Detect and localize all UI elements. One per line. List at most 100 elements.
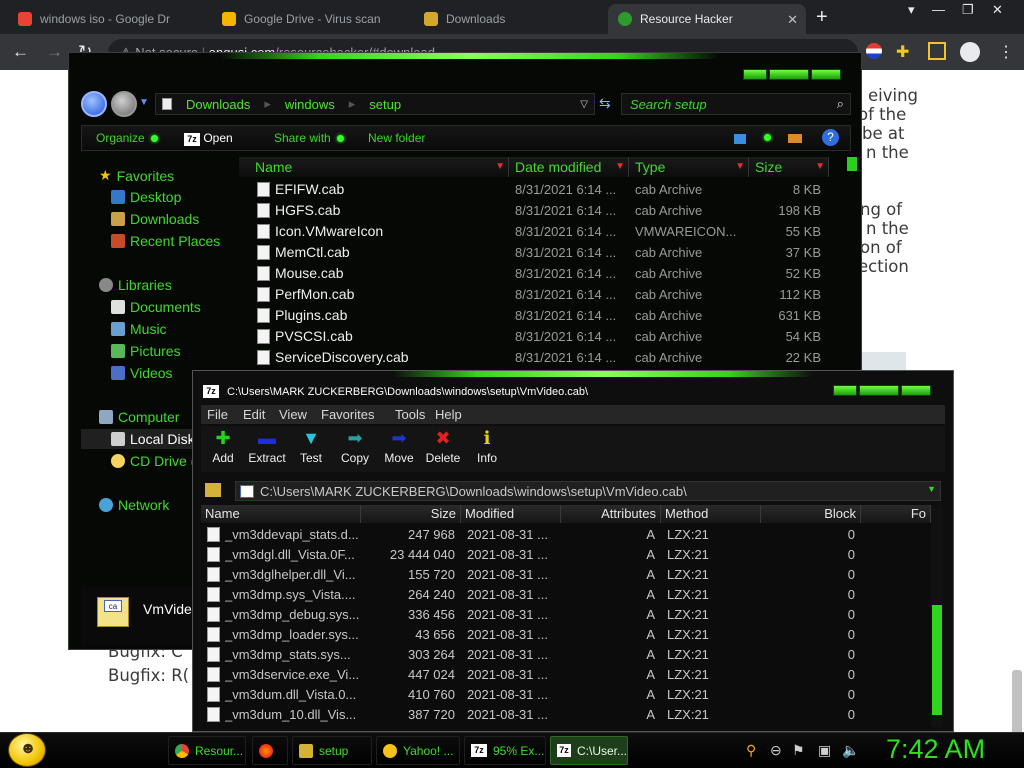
new-folder-button[interactable]: New folder [368,131,425,145]
explorer-close-button[interactable] [811,69,841,80]
search-icon[interactable]: ⚲ [746,742,756,759]
taskbar-clock[interactable]: 7:42 AM [886,734,985,765]
sidebar-item-documents[interactable]: Documents [111,299,201,315]
file-row[interactable]: EFIFW.cab 8/31/2021 6:14 ... cab Archive 8 … [239,179,839,200]
archive-row[interactable]: _vm3dmp.sys_Vista.... 264 240 2021-08-31 .… [201,585,931,605]
column-header-name[interactable]: Name [201,505,361,523]
sidebar-item-computer[interactable]: Computer [99,409,179,425]
taskbar-item-7zip-extract[interactable]: 7z 95% Ex... [464,736,546,765]
column-header-size[interactable]: Size ▼ [749,157,829,177]
explorer-minimize-button[interactable] [743,69,767,80]
menu-tools[interactable]: Tools [395,407,425,422]
breadcrumb-item[interactable]: Downloads [186,97,250,112]
breadcrumb-item[interactable]: setup [369,97,401,112]
menu-view[interactable]: View [279,407,307,422]
sidebar-item-favorites[interactable]: ★ Favorites [99,167,174,184]
up-folder-icon[interactable] [205,483,221,497]
menu-favorites[interactable]: Favorites [321,407,374,422]
copy-button[interactable]: ➡ Copy [333,428,377,465]
help-icon[interactable]: ? [822,129,839,146]
delete-button[interactable]: ✖ Delete [421,428,465,465]
taskbar-item-firefox[interactable] [252,736,288,765]
column-header-size[interactable]: Size [361,505,461,523]
column-header-date[interactable]: Date modified ▼ [509,157,629,177]
sidebar-item-recent-places[interactable]: Recent Places [111,233,220,249]
minimize-icon[interactable]: ▾ [908,2,915,18]
taskbar-item-chrome[interactable]: Resour... [168,736,246,765]
explorer-scrollbar-thumb[interactable] [847,157,857,171]
refresh-icon[interactable]: ⇆ [599,95,611,112]
archive-row[interactable]: _vm3dmp_stats.sys... 303 264 2021-08-31 ..… [201,645,931,665]
7zip-scrollbar-thumb[interactable] [932,605,942,715]
sidebar-item-downloads[interactable]: Downloads [111,211,199,227]
7zip-path-input[interactable]: C:\Users\MARK ZUCKERBERG\Downloads\windo… [235,481,941,501]
sidebar-item-network[interactable]: Network [99,497,169,513]
zip-minimize-button[interactable] [833,385,857,396]
sidebar-item-music[interactable]: Music [111,321,167,337]
sidebar-item-videos[interactable]: Videos [111,365,173,381]
forward-arrow-icon[interactable]: → [46,42,63,62]
chevron-down-icon[interactable]: ▼ [927,484,936,494]
forward-arrow-icon[interactable] [111,91,137,117]
start-button[interactable]: ☻ [8,733,46,767]
browser-tab-2[interactable]: Google Drive - Virus scan [212,4,408,34]
browser-tab-1[interactable]: windows iso - Google Dr [8,4,204,34]
column-header-attributes[interactable]: Attributes [561,505,661,523]
sidebar-item-desktop[interactable]: Desktop [111,189,181,205]
archive-row[interactable]: _vm3dum_10.dll_Vis... 387 720 2021-08-31 .… [201,705,931,725]
column-header-type[interactable]: Type ▼ [629,157,749,177]
column-header-name[interactable]: Name ▼ [239,157,509,177]
menu-edit[interactable]: Edit [243,407,265,422]
archive-row[interactable]: _vm3dum.dll_Vista.0... 410 760 2021-08-31 … [201,685,931,705]
file-row[interactable]: PVSCSI.cab 8/31/2021 6:14 ... cab Archive 5… [239,326,839,347]
file-row[interactable]: Icon.VMwareIcon 8/31/2021 6:14 ... VMWAREI… [239,221,839,242]
file-row[interactable]: PerfMon.cab 8/31/2021 6:14 ... cab Archive… [239,284,839,305]
taskbar-item-7zip-manager[interactable]: 7z C:\User... [550,736,628,765]
archive-row[interactable]: _vm3ddevapi_stats.d... 247 968 2021-08-31 … [201,525,931,545]
column-header-modified[interactable]: Modified [461,505,561,523]
add-button[interactable]: ✚ Add [201,428,245,465]
volume-icon[interactable]: 🔈 [842,742,859,759]
view-dropdown[interactable] [758,130,771,144]
breadcrumb-item[interactable]: windows [285,97,335,112]
zip-maximize-button[interactable] [859,385,899,396]
file-row[interactable]: HGFS.cab 8/31/2021 6:14 ... cab Archive 198… [239,200,839,221]
menu-help[interactable]: Help [435,407,462,422]
archive-row[interactable]: _vm3dmp_debug.sys... 336 456 2021-08-31 ..… [201,605,931,625]
extract-button[interactable]: ▬ Extract [245,428,289,465]
file-row[interactable]: Plugins.cab 8/31/2021 6:14 ... cab Archive… [239,305,839,326]
column-header-block[interactable]: Block [761,505,861,523]
close-icon[interactable]: ✕ [787,12,798,28]
column-header-method[interactable]: Method [661,505,761,523]
minimize-window-icon[interactable]: — [932,2,945,17]
chevron-down-icon[interactable]: ▼ [139,97,149,108]
archive-row[interactable]: _vm3dglhelper.dll_Vi... 155 720 2021-08-31… [201,565,931,585]
back-arrow-icon[interactable]: ← [12,42,29,62]
menu-file[interactable]: File [207,407,228,422]
explorer-address-bar[interactable]: Downloads ▸ windows ▸ setup ▽ [155,93,595,115]
7zip-scrollbar[interactable] [931,505,943,727]
network-icon[interactable]: ▣ [818,742,831,759]
puzzle-icon[interactable]: ✚ [896,42,914,61]
column-header-folders[interactable]: Fo [861,505,931,523]
move-button[interactable]: ➡ Move [377,428,421,465]
back-arrow-icon[interactable] [81,91,107,117]
file-row[interactable]: Mouse.cab 8/31/2021 6:14 ... cab Archive 52… [239,263,839,284]
preview-pane-icon[interactable] [788,134,802,143]
explorer-maximize-button[interactable] [769,69,809,80]
sidebar-item-cd-drive[interactable]: CD Drive (E [111,453,205,469]
more-menu-icon[interactable]: ⋮ [998,42,1016,61]
sidebar-item-pictures[interactable]: Pictures [111,343,181,359]
action-center-flag-icon[interactable]: ⚑ [792,742,805,759]
file-row[interactable]: MemCtl.cab 8/31/2021 6:14 ... cab Archive 3… [239,242,839,263]
archive-row[interactable]: _vm3dservice.exe_Vi... 447 024 2021-08-31 … [201,665,931,685]
flag-extension-icon[interactable] [866,43,882,59]
browser-tab-3[interactable]: Downloads [414,4,604,34]
profile-avatar-icon[interactable] [960,42,980,62]
new-tab-button[interactable]: + [816,6,828,29]
reading-list-icon[interactable] [928,42,946,60]
open-button[interactable]: 7z Open [184,131,233,146]
view-icon[interactable] [734,134,746,144]
taskbar-item-yahoo[interactable]: Yahoo! ... [376,736,460,765]
info-button[interactable]: ℹ Info [465,428,509,465]
